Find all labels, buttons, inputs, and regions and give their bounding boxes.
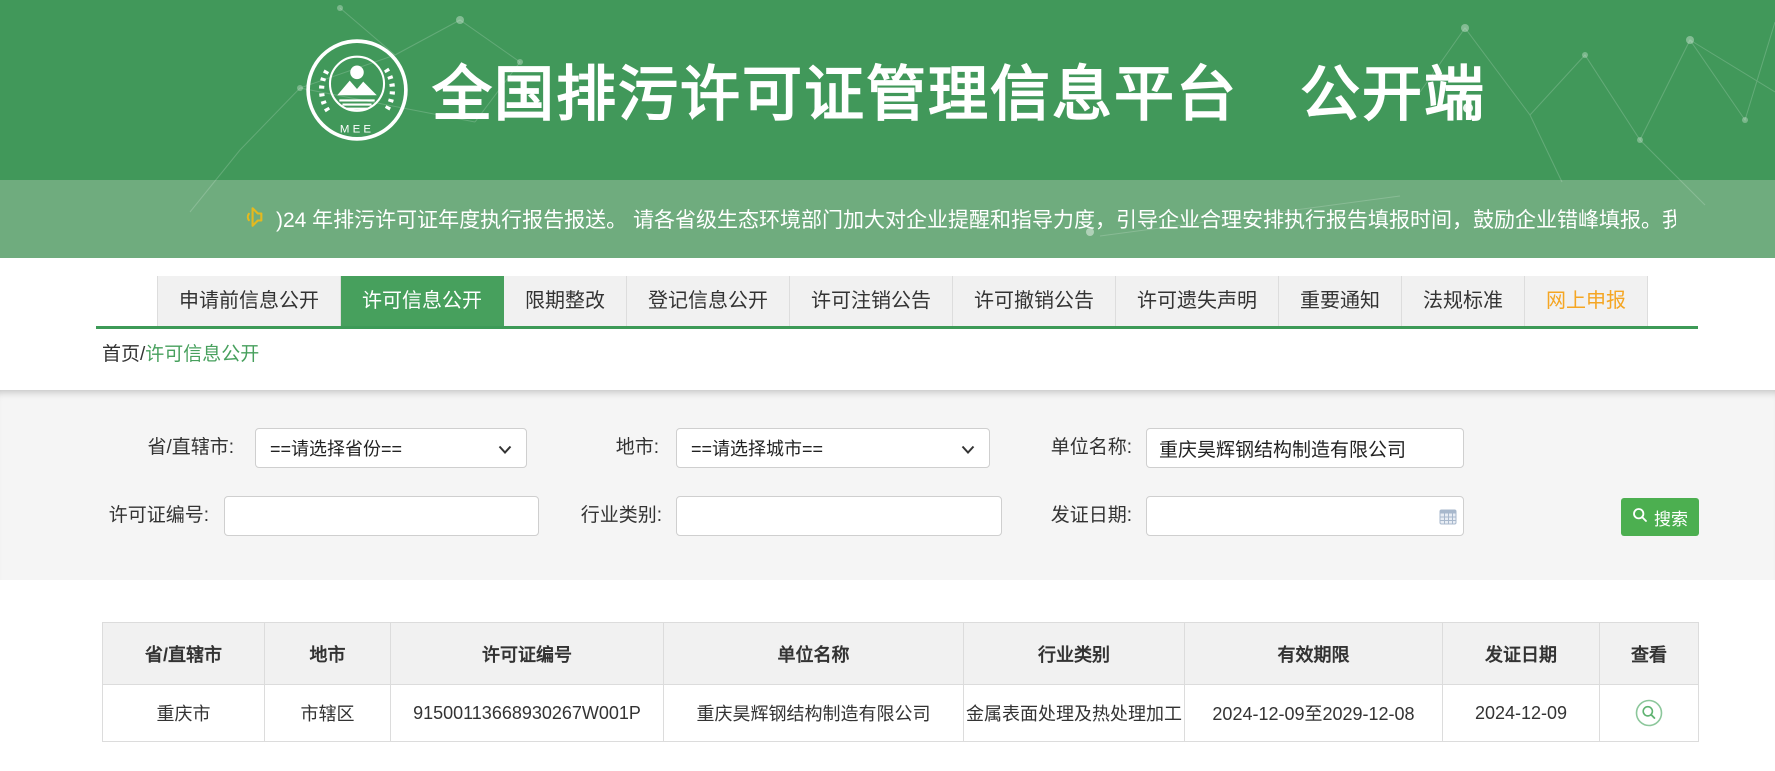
chevron-down-icon [961, 438, 975, 459]
cell-validity: 2024-12-09至2029-12-08 [1185, 685, 1443, 742]
table-row: 重庆市 市辖区 91500113668930267W001P 重庆昊辉钢结构制造… [103, 685, 1699, 742]
tab-pre-application-disclosure[interactable]: 申请前信息公开 [157, 276, 341, 326]
province-select[interactable]: ==请选择省份== [255, 428, 527, 468]
province-select-value: ==请选择省份== [270, 435, 402, 461]
search-icon [1632, 507, 1648, 528]
header-company: 单位名称 [664, 623, 964, 685]
permit-no-input[interactable] [224, 496, 539, 536]
notice-marquee-text: )24 年排污许可证年度执行报告报送。 请各省级生态环境部门加大对企业提醒和指导… [276, 204, 1676, 234]
cell-issue-date: 2024-12-09 [1443, 685, 1600, 742]
header-city: 地市 [265, 623, 391, 685]
page: )24 年排污许可证年度执行报告报送。 请各省级生态环境部门加大对企业提醒和指导… [0, 0, 1775, 771]
search-filter-panel: 省/直辖市: ==请选择省份== 地市: ==请选择城市== 单位名称: 许可证… [0, 390, 1775, 580]
header-permit-no: 许可证编号 [391, 623, 664, 685]
logo-text: MEE [340, 124, 374, 136]
breadcrumb: 首页/许可信息公开 [102, 340, 259, 370]
breadcrumb-current: 许可信息公开 [145, 344, 259, 365]
header-validity: 有效期限 [1185, 623, 1443, 685]
magnifier-view-icon [1635, 702, 1663, 722]
tab-registration-info[interactable]: 登记信息公开 [627, 276, 790, 326]
calendar-icon[interactable] [1433, 508, 1463, 525]
header-view: 查看 [1600, 623, 1699, 685]
header-issue-date: 发证日期 [1443, 623, 1600, 685]
province-label: 省/直辖市: [80, 428, 234, 468]
header-industry: 行业类别 [964, 623, 1185, 685]
city-select-value: ==请选择城市== [691, 435, 823, 461]
tab-permit-info-disclosure[interactable]: 许可信息公开 [341, 276, 504, 326]
search-button-label: 搜索 [1654, 505, 1688, 530]
tab-important-notice[interactable]: 重要通知 [1279, 276, 1402, 326]
breadcrumb-home[interactable]: 首页 [102, 344, 140, 365]
speaker-icon [238, 203, 266, 236]
view-detail-button[interactable] [1600, 685, 1699, 742]
mee-logo: MEE [305, 38, 409, 142]
chevron-down-icon [498, 438, 512, 459]
city-label: 地市: [559, 428, 659, 468]
company-name-input[interactable] [1146, 428, 1464, 468]
search-button[interactable]: 搜索 [1621, 498, 1699, 536]
results-table: 省/直辖市 地市 许可证编号 单位名称 行业类别 有效期限 发证日期 查看 重庆… [102, 622, 1699, 742]
city-select[interactable]: ==请选择城市== [676, 428, 990, 468]
tab-permit-loss-statement[interactable]: 许可遗失声明 [1116, 276, 1279, 326]
tab-underline [96, 326, 1698, 329]
permit-no-label: 许可证编号: [59, 496, 209, 536]
company-name-label: 单位名称: [1012, 428, 1132, 468]
header-province: 省/直辖市 [103, 623, 265, 685]
cell-company: 重庆昊辉钢结构制造有限公司 [664, 685, 964, 742]
industry-label: 行业类别: [562, 496, 662, 536]
issue-date-field [1146, 496, 1464, 536]
main-nav: 申请前信息公开 许可信息公开 限期整改 登记信息公开 许可注销公告 许可撤销公告… [157, 276, 1648, 326]
cell-permit-no-link[interactable]: 91500113668930267W001P [391, 685, 664, 742]
tab-regulations-standards[interactable]: 法规标准 [1402, 276, 1525, 326]
issue-date-input[interactable] [1147, 497, 1433, 535]
tab-online-application[interactable]: 网上申报 [1525, 276, 1648, 326]
table-header-row: 省/直辖市 地市 许可证编号 单位名称 行业类别 有效期限 发证日期 查看 [103, 623, 1699, 685]
site-title: 全国排污许可证管理信息平台 公开端 [432, 46, 1486, 133]
notice-bar: )24 年排污许可证年度执行报告报送。 请各省级生态环境部门加大对企业提醒和指导… [0, 180, 1775, 258]
cell-province: 重庆市 [103, 685, 265, 742]
tab-permit-revocation-notice[interactable]: 许可撤销公告 [953, 276, 1116, 326]
cell-industry: 金属表面处理及热处理加工 [964, 685, 1185, 742]
tab-permit-cancellation-notice[interactable]: 许可注销公告 [790, 276, 953, 326]
cell-city: 市辖区 [265, 685, 391, 742]
tab-rectification-deadline[interactable]: 限期整改 [504, 276, 627, 326]
industry-input[interactable] [676, 496, 1002, 536]
issue-date-label: 发证日期: [1012, 496, 1132, 536]
